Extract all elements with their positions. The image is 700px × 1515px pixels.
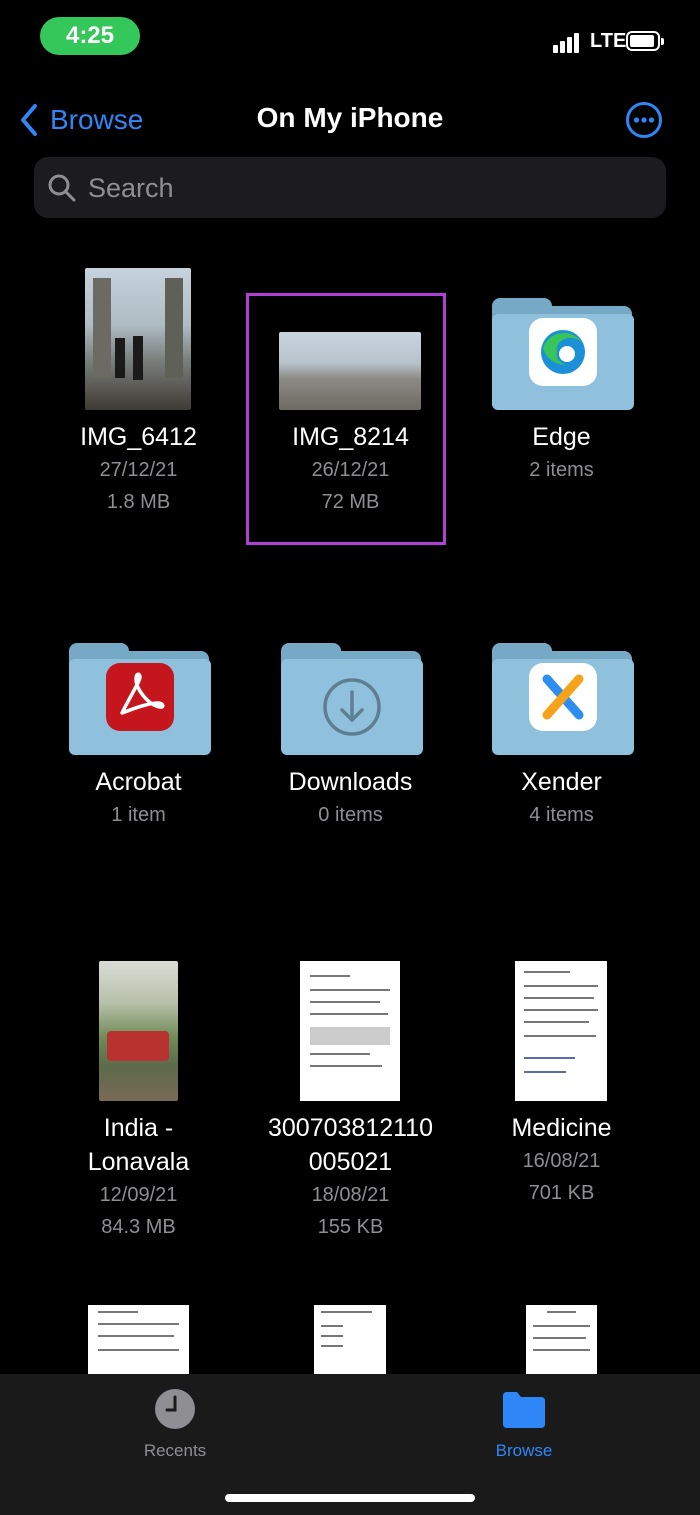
file-size: 1.8 MB [106, 491, 171, 513]
page-title: On My iPhone [256, 102, 444, 133]
status-time: 4:25 [40, 17, 140, 55]
file-name: 300703812110 005021 [268, 1114, 433, 1176]
nav-bar: Browse On My iPhone [0, 90, 700, 150]
edge-app-icon [529, 318, 597, 386]
file-size: 72 MB [321, 491, 380, 513]
file-date: 18/08/21 [311, 1184, 390, 1206]
folder-name: Xender [521, 768, 602, 796]
photo-thumbnail [99, 961, 178, 1101]
home-indicator [225, 1494, 475, 1502]
xender-app-icon [529, 663, 597, 731]
file-item-india-lonavala[interactable]: India - Lonavala 12/09/21 84.3 MB [33, 953, 244, 1243]
file-name: India - Lonavala [87, 1114, 190, 1176]
folder-count: 0 items [318, 804, 383, 826]
file-date: 16/08/21 [522, 1150, 601, 1172]
file-item-300703812110005021[interactable]: 300703812110 005021 18/08/21 155 KB [245, 953, 456, 1243]
search-input[interactable] [86, 157, 650, 220]
battery-icon [626, 31, 664, 51]
folder-name: Downloads [288, 768, 413, 796]
tab-browse[interactable]: Browse [444, 1388, 604, 1461]
folder-icon [281, 643, 423, 755]
tab-recents-label: Recents [143, 1441, 207, 1460]
signal-icon [553, 31, 583, 53]
tab-recents[interactable]: Recents [95, 1388, 255, 1461]
search-icon [48, 174, 76, 202]
clock-icon [155, 1389, 195, 1429]
file-item-img-6412[interactable]: IMG_6412 27/12/21 1.8 MB [33, 262, 244, 518]
folder-item-acrobat[interactable]: Acrobat 1 item [33, 607, 244, 831]
file-size: 701 KB [528, 1182, 595, 1204]
folder-fill-icon [503, 1392, 545, 1428]
file-item-medicine[interactable]: Medicine 16/08/21 701 KB [456, 953, 667, 1209]
folder-item-xender[interactable]: Xender 4 items [456, 607, 667, 831]
network-label: LTE [590, 30, 627, 52]
folder-icon [492, 298, 634, 410]
file-name: IMG_6412 [80, 423, 197, 451]
tab-browse-label: Browse [495, 1441, 553, 1460]
search-bar [34, 157, 666, 220]
document-thumbnail-partial[interactable] [314, 1305, 386, 1375]
file-item-img-8214[interactable]: IMG_8214 26/12/21 72 MB [245, 262, 456, 518]
acrobat-app-icon [106, 663, 174, 731]
file-size: 155 KB [317, 1216, 384, 1238]
file-date: 27/12/21 [99, 459, 178, 481]
photo-thumbnail [85, 268, 191, 410]
folder-name: Edge [532, 423, 591, 451]
file-name: IMG_8214 [292, 423, 409, 451]
folder-icon [492, 643, 634, 755]
folder-count: 2 items [529, 459, 594, 481]
more-options-icon[interactable] [625, 101, 663, 139]
file-date: 26/12/21 [311, 459, 390, 481]
folder-count: 4 items [529, 804, 594, 826]
document-thumbnail-partial[interactable] [88, 1305, 189, 1375]
folder-count: 1 item [111, 804, 166, 826]
file-name: Medicine [511, 1114, 612, 1142]
file-date: 12/09/21 [99, 1184, 178, 1206]
document-thumbnail [515, 961, 607, 1101]
folder-item-downloads[interactable]: Downloads 0 items [245, 607, 456, 831]
photo-thumbnail [279, 332, 421, 410]
status-bar: 4:25 LTE [0, 0, 700, 70]
document-thumbnail [300, 961, 400, 1101]
folder-icon [69, 643, 211, 755]
download-icon [323, 678, 381, 736]
folder-item-edge[interactable]: Edge 2 items [456, 262, 667, 486]
document-thumbnail-partial[interactable] [526, 1305, 597, 1375]
folder-name: Acrobat [95, 768, 182, 796]
file-size: 84.3 MB [101, 1216, 176, 1238]
